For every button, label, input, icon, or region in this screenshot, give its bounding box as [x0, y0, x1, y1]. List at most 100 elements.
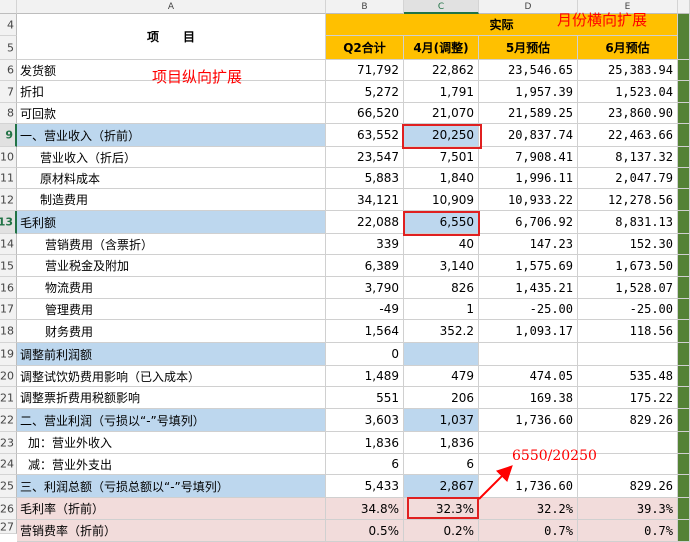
cell-label-row-14[interactable]: 营销费用（含票折）	[17, 234, 326, 255]
cell-may-row-19[interactable]	[479, 343, 578, 366]
cell-may-row-27[interactable]: 0.7%	[479, 520, 578, 542]
cell-april-row-16[interactable]: 826	[404, 277, 479, 299]
cell-april-row-27[interactable]: 0.2%	[404, 520, 479, 542]
cell-label-row-18[interactable]: 财务费用	[17, 320, 326, 343]
cell-april-row-19[interactable]	[404, 343, 479, 366]
cell-april-row-14[interactable]: 40	[404, 234, 479, 255]
cell-may-row-16[interactable]: 1,435.21	[479, 277, 578, 299]
cell-may-row-15[interactable]: 1,575.69	[479, 255, 578, 277]
cell-q2-row-7[interactable]: 5,272	[326, 81, 404, 103]
cell-may-row-26[interactable]: 32.2%	[479, 498, 578, 520]
row-header-20[interactable]: 20	[0, 366, 17, 387]
row-header-24[interactable]: 24	[0, 454, 17, 475]
column-header-a[interactable]: A	[17, 0, 326, 14]
cell-may-row-25[interactable]: 1,736.60	[479, 475, 578, 498]
cell-q2-row-21[interactable]: 551	[326, 387, 404, 409]
column-header-c[interactable]: C	[404, 0, 479, 14]
cell-april-row-8[interactable]: 21,070	[404, 103, 479, 124]
row-header-11[interactable]: 11	[0, 168, 17, 189]
cell-may-row-14[interactable]: 147.23	[479, 234, 578, 255]
cell-q2-row-22[interactable]: 3,603	[326, 409, 404, 432]
row-header-13[interactable]: 13	[0, 211, 17, 234]
cell-may-row-12[interactable]: 10,933.22	[479, 189, 578, 211]
cell-april-row-11[interactable]: 1,840	[404, 168, 479, 189]
row-header-10[interactable]: 10	[0, 147, 17, 168]
cell-label-row-10[interactable]: 营业收入（折后）	[17, 147, 326, 168]
cell-label-row-27[interactable]: 营销费率（折前）	[17, 520, 326, 542]
cell-june-row-26[interactable]: 39.3%	[578, 498, 678, 520]
cell-may-row-10[interactable]: 7,908.41	[479, 147, 578, 168]
cell-q2-row-23[interactable]: 1,836	[326, 432, 404, 454]
cell-june-row-16[interactable]: 1,528.07	[578, 277, 678, 299]
cell-q2-row-19[interactable]: 0	[326, 343, 404, 366]
cell-may-row-6[interactable]: 23,546.65	[479, 60, 578, 81]
cell-april-row-7[interactable]: 1,791	[404, 81, 479, 103]
cell-q2-row-26[interactable]: 34.8%	[326, 498, 404, 520]
row-header-6[interactable]: 6	[0, 60, 17, 81]
row-header-7[interactable]: 7	[0, 81, 17, 103]
cell-label-row-8[interactable]: 可回款	[17, 103, 326, 124]
cell-june-row-6[interactable]: 25,383.94	[578, 60, 678, 81]
cell-q2-row-8[interactable]: 66,520	[326, 103, 404, 124]
cell-april-row-12[interactable]: 10,909	[404, 189, 479, 211]
cell-june-row-9[interactable]: 22,463.66	[578, 124, 678, 147]
row-header-21[interactable]: 21	[0, 387, 17, 409]
row-header-25[interactable]: 25	[0, 475, 17, 498]
cell-may-row-7[interactable]: 1,957.39	[479, 81, 578, 103]
row-header-22[interactable]: 22	[0, 409, 17, 432]
cell-q2-row-25[interactable]: 5,433	[326, 475, 404, 498]
cell-label-row-11[interactable]: 原材料成本	[17, 168, 326, 189]
cell-may-row-8[interactable]: 21,589.25	[479, 103, 578, 124]
cell-label-row-25[interactable]: 三、利润总额（亏损总额以“-”号填列）	[17, 475, 326, 498]
cell-april-row-21[interactable]: 206	[404, 387, 479, 409]
cell-june-row-19[interactable]	[578, 343, 678, 366]
cell-q2-row-13[interactable]: 22,088	[326, 211, 404, 234]
cell-april-row-24[interactable]: 6	[404, 454, 479, 475]
cell-q2-row-16[interactable]: 3,790	[326, 277, 404, 299]
cell-june-row-15[interactable]: 1,673.50	[578, 255, 678, 277]
cell-june-row-27[interactable]: 0.7%	[578, 520, 678, 542]
cell-april-row-25[interactable]: 2,867	[404, 475, 479, 498]
row-header-5[interactable]: 5	[0, 36, 17, 60]
row-header-23[interactable]: 23	[0, 432, 17, 454]
cell-q2-row-12[interactable]: 34,121	[326, 189, 404, 211]
cell-q2-row-20[interactable]: 1,489	[326, 366, 404, 387]
cell-label-row-12[interactable]: 制造费用	[17, 189, 326, 211]
cell-label-row-22[interactable]: 二、营业利润（亏损以“-”号填列）	[17, 409, 326, 432]
cell-june-row-8[interactable]: 23,860.90	[578, 103, 678, 124]
row-header-8[interactable]: 8	[0, 103, 17, 124]
cell-label-row-19[interactable]: 调整前利润额	[17, 343, 326, 366]
column-header-b[interactable]: B	[326, 0, 404, 14]
cell-may-row-17[interactable]: -25.00	[479, 299, 578, 320]
cell-june-row-25[interactable]: 829.26	[578, 475, 678, 498]
cell-may-row-20[interactable]: 474.05	[479, 366, 578, 387]
row-header-27[interactable]: 27	[0, 520, 17, 534]
cell-label-row-17[interactable]: 管理费用	[17, 299, 326, 320]
cell-q2-row-9[interactable]: 63,552	[326, 124, 404, 147]
cell-april-row-20[interactable]: 479	[404, 366, 479, 387]
cell-april-row-23[interactable]: 1,836	[404, 432, 479, 454]
cell-june-row-12[interactable]: 12,278.56	[578, 189, 678, 211]
cell-q2-row-11[interactable]: 5,883	[326, 168, 404, 189]
cell-june-row-22[interactable]: 829.26	[578, 409, 678, 432]
cell-april-row-17[interactable]: 1	[404, 299, 479, 320]
cell-april-row-22[interactable]: 1,037	[404, 409, 479, 432]
cell-june-row-20[interactable]: 535.48	[578, 366, 678, 387]
row-header-19[interactable]: 19	[0, 343, 17, 366]
cell-may-row-9[interactable]: 20,837.74	[479, 124, 578, 147]
cell-q2-row-27[interactable]: 0.5%	[326, 520, 404, 542]
cell-label-row-13[interactable]: 毛利额	[17, 211, 326, 234]
cell-june-row-7[interactable]: 1,523.04	[578, 81, 678, 103]
cell-may-row-11[interactable]: 1,996.11	[479, 168, 578, 189]
cell-label-row-26[interactable]: 毛利率（折前）	[17, 498, 326, 520]
select-all-corner[interactable]	[0, 0, 17, 14]
cell-label-row-24[interactable]: 减：营业外支出	[17, 454, 326, 475]
row-header-14[interactable]: 14	[0, 234, 17, 255]
cell-june-row-18[interactable]: 118.56	[578, 320, 678, 343]
cell-april-row-15[interactable]: 3,140	[404, 255, 479, 277]
cell-april-row-6[interactable]: 22,862	[404, 60, 479, 81]
cell-april-row-10[interactable]: 7,501	[404, 147, 479, 168]
row-header-17[interactable]: 17	[0, 299, 17, 320]
cell-q2-row-17[interactable]: -49	[326, 299, 404, 320]
column-header-f[interactable]	[678, 0, 690, 14]
